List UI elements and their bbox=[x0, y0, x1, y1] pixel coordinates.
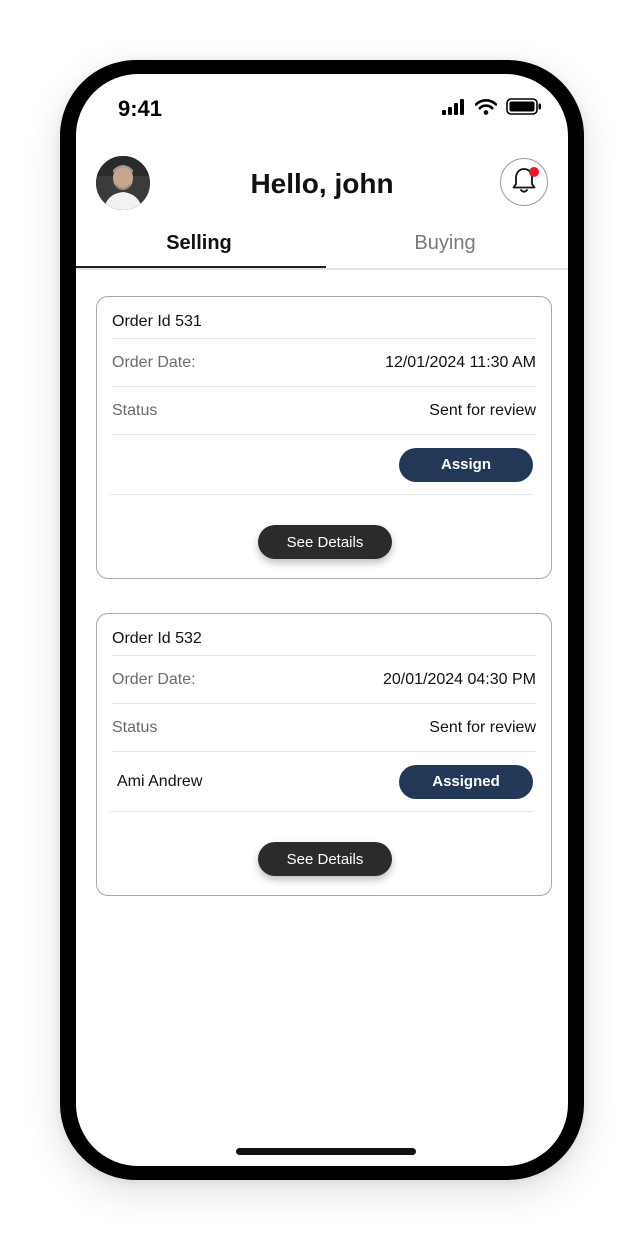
tab-bar: Selling Buying bbox=[76, 226, 568, 270]
home-indicator[interactable] bbox=[236, 1148, 416, 1155]
order-header-row: Order Id 531 bbox=[112, 297, 536, 339]
order-date-value: 20/01/2024 04:30 PM bbox=[382, 670, 536, 688]
order-header-row: Order Id 532 bbox=[112, 614, 536, 656]
order-card: Order Id 532 Order Date: 20/01/2024 04:3… bbox=[96, 613, 552, 896]
assigned-button[interactable]: Assigned bbox=[399, 764, 533, 799]
assign-button[interactable]: Assign bbox=[399, 447, 533, 482]
active-tab-indicator bbox=[76, 266, 326, 268]
order-date-label: Order Date: bbox=[112, 353, 196, 371]
battery-icon bbox=[506, 98, 542, 115]
status-icons bbox=[442, 98, 542, 115]
order-date-row: Order Date: 20/01/2024 04:30 PM bbox=[112, 656, 536, 704]
see-details-button[interactable]: See Details bbox=[258, 842, 392, 876]
assignee-name: Ami Andrew bbox=[117, 772, 203, 790]
assign-row: Assign bbox=[109, 435, 533, 495]
cellular-signal-icon bbox=[442, 98, 466, 115]
tab-buying[interactable]: Buying bbox=[322, 226, 568, 268]
app-screen: 9:41 Hello, john Selling Buying Order Id… bbox=[76, 74, 568, 1166]
page-title: Hello, john bbox=[250, 168, 394, 199]
order-date-value: 12/01/2024 11:30 AM bbox=[385, 353, 536, 371]
order-id: Order Id 532 bbox=[112, 629, 202, 647]
order-status-row: Status Sent for review bbox=[112, 704, 536, 752]
order-card: Order Id 531 Order Date: 12/01/2024 11:3… bbox=[96, 296, 552, 579]
order-date-label: Order Date: bbox=[112, 670, 196, 688]
wifi-icon bbox=[475, 98, 497, 115]
order-id: Order Id 531 bbox=[112, 312, 202, 330]
order-status-row: Status Sent for review bbox=[112, 387, 536, 435]
status-value: Sent for review bbox=[429, 401, 536, 419]
notification-badge bbox=[529, 167, 539, 177]
status-label: Status bbox=[112, 401, 158, 419]
order-date-row: Order Date: 12/01/2024 11:30 AM bbox=[112, 339, 536, 387]
status-value: Sent for review bbox=[429, 718, 536, 736]
see-details-button[interactable]: See Details bbox=[258, 525, 392, 559]
assign-row: Ami Andrew Assigned bbox=[109, 752, 533, 812]
phone-frame: 9:41 Hello, john Selling Buying Order Id… bbox=[60, 60, 584, 1180]
tab-selling[interactable]: Selling bbox=[76, 226, 322, 268]
notifications-button[interactable] bbox=[500, 158, 548, 206]
status-time: 9:41 bbox=[118, 96, 163, 121]
status-label: Status bbox=[112, 718, 158, 736]
